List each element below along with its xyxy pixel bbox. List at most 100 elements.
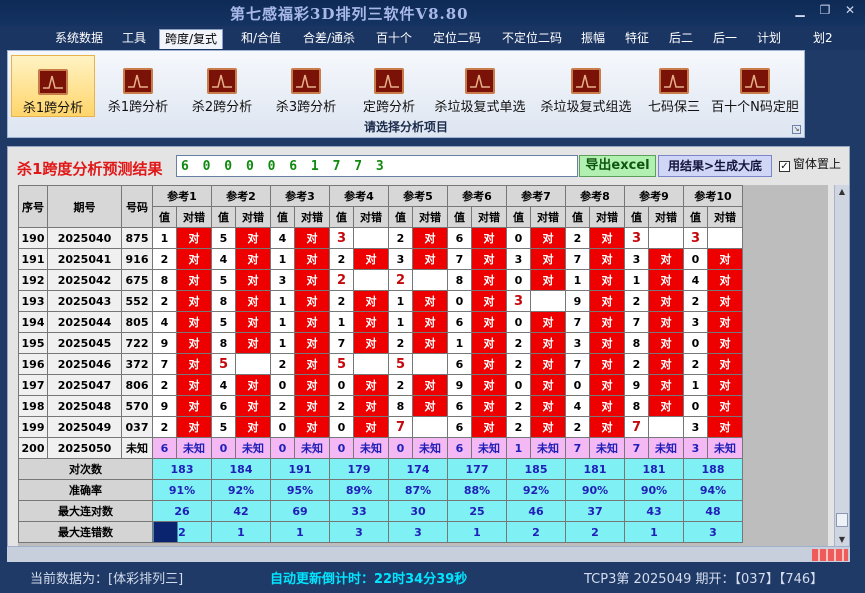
ribbon-expand-icon[interactable]: ↘ [792,125,801,134]
menu-item[interactable]: 振幅 [576,29,610,49]
value-cell: 0 [329,416,354,438]
table-row[interactable]: 190 2025040 875 1 对 5 对 4 对 3 2 对 6 对 0 对 2 对 3 3 [18,227,743,249]
pending-row[interactable]: 200 2025050 未知 6 未知 0 未知 0 未知 0 未知 0 未知 6 未知 1 未知 7 未知 7 未知 3… [18,437,743,459]
hit-cell: 对 [353,416,389,438]
scroll-down-icon[interactable]: ▼ [835,533,849,547]
value-cell: 1 [388,311,413,333]
stats-cell: 94% [683,479,743,501]
value-cell: 3 [329,227,354,249]
value-cell: 8 [624,395,649,417]
export-excel-button[interactable]: 导出excel [579,155,656,177]
stats-label: 对次数 [18,458,153,480]
ribbon-button[interactable]: 百十个N码定胆 [710,55,800,117]
hit-cell: 对 [176,332,212,354]
table-row[interactable]: 192 2025042 675 8 对 5 对 3 对 2 2 8 对 0 对 1 对 1 对 4 对 [18,269,743,291]
table-row[interactable]: 199 2025049 037 2 对 5 对 0 对 0 对 7 6 对 2 对 2 对 7 3 对 [18,416,743,438]
col-header-ref: 参考4 [329,185,389,207]
menu-item[interactable]: 工具 [117,29,151,49]
ontop-checkbox[interactable]: ✓ 窗体置上 [779,155,841,172]
hit-cell: 对 [589,374,625,396]
menu-item[interactable]: 跨度/复式 [159,29,224,49]
scroll-up-icon[interactable]: ▲ [835,185,849,199]
stats-row: 最大连对数 26 42 69 33 30 25 46 37 43 48 [18,500,743,522]
chart-icon [659,68,689,94]
value-cell: 2 [683,290,708,312]
hit-cell: 对 [294,395,330,417]
table-row[interactable]: 197 2025047 806 2 对 4 对 0 对 0 对 2 对 9 对 0 对 0 对 9 对 1 对 [18,374,743,396]
value-cell: 1 [565,269,590,291]
stats-cell: 181 [624,458,684,480]
ribbon-button[interactable]: 杀垃圾复式组选 [536,55,636,117]
table-row[interactable]: 194 2025044 805 4 对 5 对 1 对 1 对 1 对 6 对 0 对 7 对 7 对 3 对 [18,311,743,333]
menu-item[interactable]: 特征 [620,29,654,49]
ribbon-button[interactable]: 杀1跨分析 [98,55,178,117]
hit-cell: 对 [235,227,271,249]
value-cell: 6 [211,395,236,417]
hit-cell: 对 [471,311,507,333]
value-cell: 2 [388,227,413,249]
value-cell: 8 [624,332,649,354]
stats-cell: 91% [152,479,212,501]
menu-item[interactable]: 百十个 [371,29,417,49]
menu-item[interactable]: 不定位二码 [497,29,567,49]
stats-row: 对次数 183 184 191 179 174 177 185 181 181 188 [18,458,743,480]
table-row[interactable]: 193 2025043 552 2 对 8 对 1 对 2 对 1 对 0 对 3 9 对 2 对 2 对 [18,290,743,312]
hit-cell: 对 [589,395,625,417]
menu-item[interactable]: 后二 [664,29,698,49]
value-cell: 3 [506,290,531,312]
ribbon-button[interactable]: 杀2跨分析 [182,55,262,117]
close-button[interactable]: ✕ [840,2,860,18]
stats-cell: 179 [329,458,389,480]
ribbon-button[interactable]: 杀垃圾复式单选 [430,55,530,117]
hit-cell: 对 [471,248,507,270]
menu-item[interactable]: 定位二码 [428,29,486,49]
value-cell: 5 [211,269,236,291]
seq-cell: 198 [18,395,48,417]
table-row[interactable]: 195 2025045 722 9 对 8 对 1 对 7 对 2 对 1 对 2 对 3 对 8 对 0 对 [18,332,743,354]
hit-cell: 对 [648,395,684,417]
scroll-thumb[interactable] [836,513,848,527]
menu-item[interactable]: 合差/通杀 [298,29,360,49]
value-cell: 9 [565,290,590,312]
menu-item[interactable]: 系统数据 [50,29,108,49]
menu-item[interactable]: 划2 [808,29,838,49]
hit-cell: 对 [471,290,507,312]
value-cell: 2 [270,353,295,375]
stats-cell: 181 [565,458,625,480]
table-row[interactable]: 198 2025048 570 9 对 6 对 2 对 2 对 8 对 6 对 2 对 4 对 8 对 0 对 [18,395,743,417]
ribbon-button[interactable]: 杀3跨分析 [266,55,346,117]
table-row[interactable]: 196 2025046 372 7 对 5 2 对 5 5 6 对 2 对 7 对 2 对 2 对 [18,353,743,375]
minimize-button[interactable]: ▁ [790,2,810,18]
stats-cell: 1 [270,521,330,543]
menu-item[interactable]: 和/合值 [236,29,286,49]
value-cell: 4 [683,269,708,291]
menu-item[interactable]: 后一 [708,29,742,49]
ribbon-button[interactable]: 杀1跨分析 [11,55,95,117]
stats-cell: 174 [388,458,448,480]
ribbon-button[interactable]: 七码保三 [640,55,708,117]
col-header-val: 值 [211,206,236,228]
stats-cell: 46 [506,500,566,522]
hit-cell: 对 [707,332,743,354]
value-cell: 1 [447,332,472,354]
maximize-button[interactable]: ❐ [815,2,835,18]
code-cell: 806 [121,374,153,396]
period-cell: 2025041 [47,248,122,270]
table-row[interactable]: 191 2025041 916 2 对 4 对 1 对 2 对 3 对 7 对 3 对 7 对 3 对 0 对 [18,248,743,270]
stats-cell: 25 [447,500,507,522]
stats-cell: 3 [329,521,389,543]
hit-cell: 对 [707,248,743,270]
hit-cell: 对 [235,416,271,438]
hit-cell: 对 [707,269,743,291]
code-cell: 372 [121,353,153,375]
vertical-scrollbar[interactable]: ▲ ▼ [834,185,849,547]
col-header-hit: 对错 [530,206,566,228]
hit-cell: 对 [176,311,212,333]
seq-cell: 197 [18,374,48,396]
result-field[interactable]: 6 0 0 0 0 6 1 7 7 3 [176,155,578,177]
generate-base-button[interactable]: 用结果>生成大底 [658,155,772,177]
value-cell: 9 [152,395,177,417]
ribbon-button[interactable]: 定跨分析 [350,55,428,117]
value-cell: 6 [447,311,472,333]
menu-item[interactable]: 计划 [752,29,786,49]
